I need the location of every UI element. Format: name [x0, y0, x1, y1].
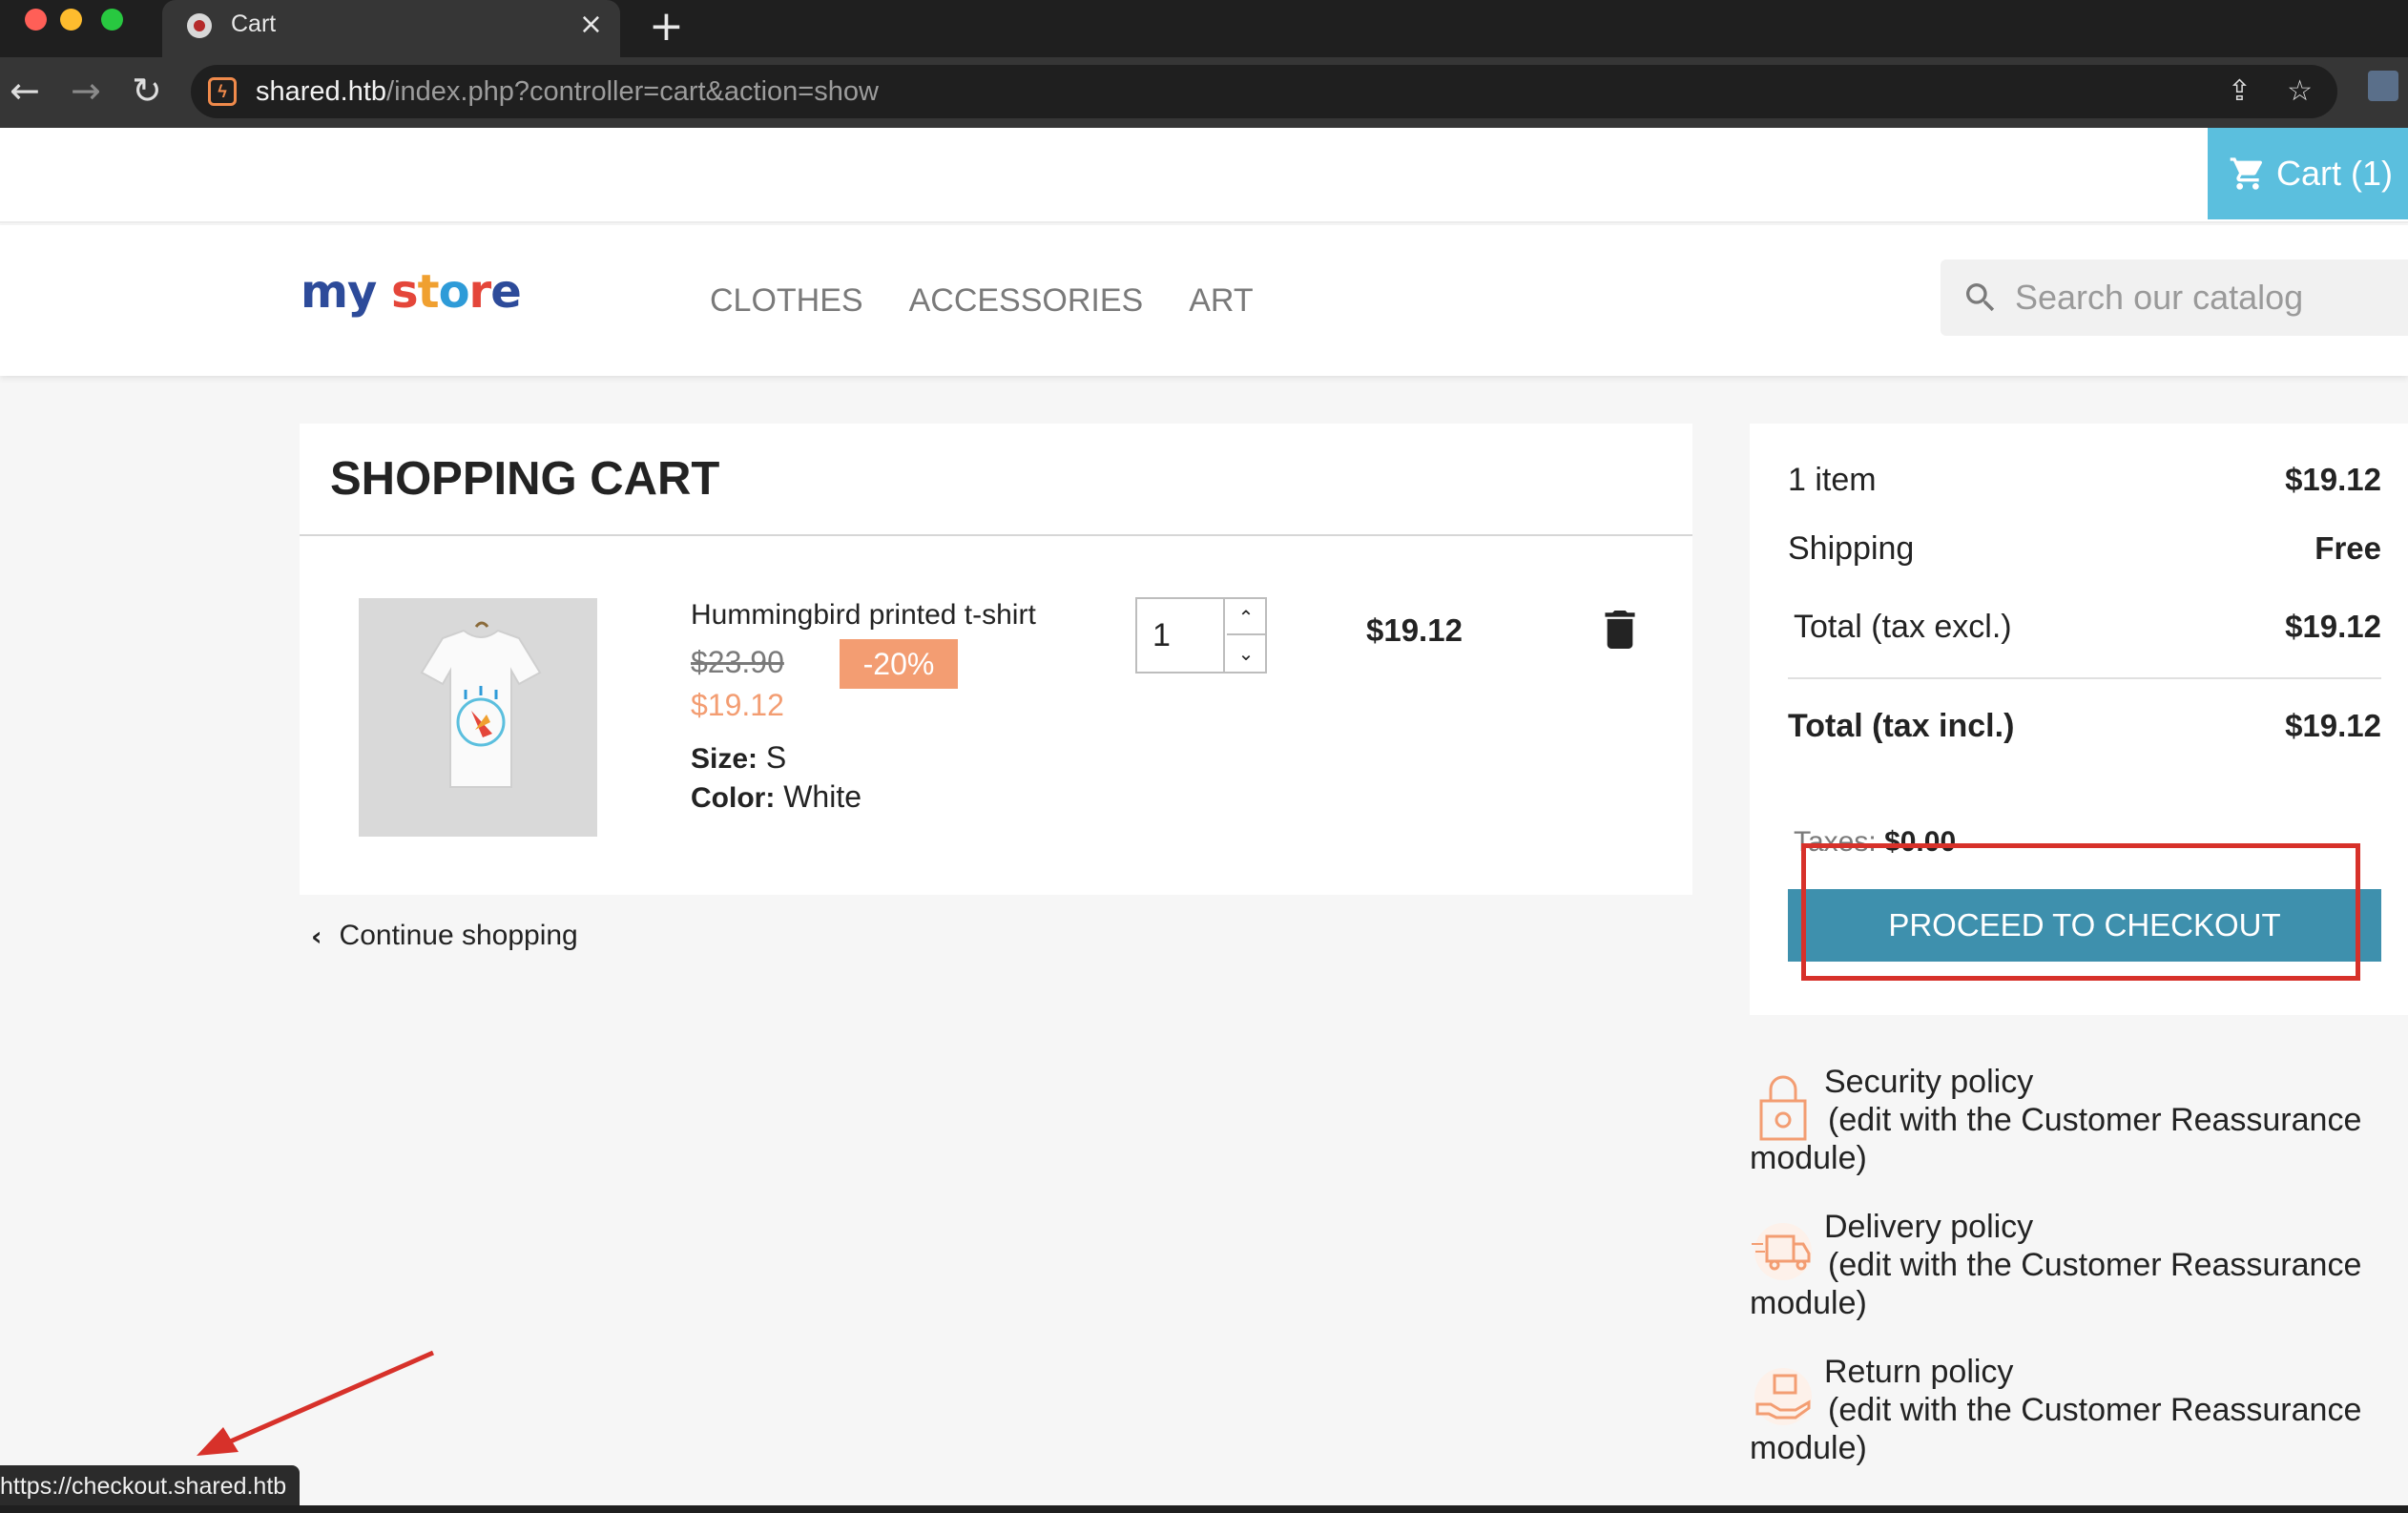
color-label: Color: — [691, 782, 776, 814]
window-bottom-edge — [0, 1505, 2408, 1513]
discount-badge: -20% — [840, 639, 958, 689]
reassurance-desc-tail: module) — [1750, 1140, 1867, 1176]
truck-icon — [1752, 1223, 1812, 1280]
store-logo[interactable]: my store — [301, 265, 522, 319]
store-header: my store CLOTHES ACCESSORIES ART — [0, 225, 2408, 376]
chevron-down-icon[interactable]: ⌄ — [1227, 635, 1265, 672]
search-input[interactable] — [2015, 275, 2397, 321]
favicon-icon — [187, 13, 212, 38]
maximize-window-button[interactable] — [101, 9, 123, 31]
items-label: 1 item — [1788, 462, 1877, 498]
size-label: Size: — [691, 743, 758, 775]
continue-shopping-label: Continue shopping — [339, 920, 578, 951]
summary-total-excl-row: Total (tax excl.) $19.12 — [1794, 609, 2381, 646]
back-arrow-icon[interactable]: ← — [10, 70, 40, 112]
divider — [300, 534, 1692, 536]
total-incl-label: Total (tax incl.) — [1788, 708, 2015, 744]
menu-item-accessories[interactable]: ACCESSORIES — [909, 282, 1144, 320]
url-host: shared.htb — [256, 76, 387, 107]
page-title: SHOPPING CART — [330, 453, 720, 505]
chevron-up-icon[interactable]: ⌃ — [1227, 599, 1265, 635]
size-value: S — [765, 740, 787, 775]
summary-items-row: 1 item $19.12 — [1788, 462, 2381, 499]
line-total: $19.12 — [1366, 612, 1463, 648]
shipping-value: Free — [2315, 530, 2381, 566]
browser-tab-bar: Cart × + — [0, 0, 2408, 57]
regular-price: $23.90 — [691, 645, 784, 679]
reassurance-title: Delivery policy — [1824, 1209, 2034, 1245]
continue-shopping-link[interactable]: ‹ Continue shopping — [311, 920, 578, 952]
cart-label: Cart (1) — [2276, 154, 2394, 193]
reassurance-title: Security policy — [1824, 1064, 2034, 1100]
tshirt-image — [359, 598, 597, 837]
site-info-icon[interactable]: ϟ — [208, 77, 237, 106]
logo-my: my — [301, 265, 377, 319]
reassurance-title: Return policy — [1824, 1354, 2014, 1390]
cart-panel: SHOPPING CART Hummingbird printed t-shir… — [300, 424, 1692, 895]
logo-letter: s — [391, 265, 419, 319]
reassurance-desc: (edit with the Customer Reassurance — [1828, 1102, 2362, 1138]
reassurance-desc-tail: module) — [1750, 1285, 1867, 1321]
reassurance-desc: (edit with the Customer Reassurance — [1828, 1392, 2362, 1428]
product-color: Color: White — [691, 779, 861, 815]
cart-button[interactable]: Cart (1) — [2208, 128, 2408, 219]
color-value: White — [783, 779, 862, 814]
main-menu: CLOTHES ACCESSORIES ART — [710, 282, 1254, 320]
logo-letter: t — [417, 265, 440, 319]
trash-icon[interactable] — [1605, 611, 1635, 649]
menu-item-clothes[interactable]: CLOTHES — [710, 282, 863, 320]
store-header-top: Cart (1) — [0, 128, 2408, 223]
close-window-button[interactable] — [25, 9, 47, 31]
forward-arrow-icon[interactable]: → — [71, 70, 101, 112]
reassurance-desc-tail: module) — [1750, 1430, 1867, 1466]
address-bar[interactable]: ϟ shared.htb/index.php?controller=cart&a… — [191, 65, 2337, 118]
product-image[interactable] — [359, 598, 597, 837]
total-excl-label: Total (tax excl.) — [1794, 609, 2012, 645]
shopping-cart-icon — [2230, 157, 2263, 190]
total-excl-value: $19.12 — [2285, 609, 2381, 644]
reassurance-desc: (edit with the Customer Reassurance — [1828, 1247, 2362, 1283]
lock-icon — [1759, 1075, 1807, 1141]
tab-close-icon[interactable]: × — [579, 8, 603, 41]
summary-shipping-row: Shipping Free — [1788, 530, 2381, 568]
logo-letter: e — [490, 265, 522, 319]
extension-icon[interactable] — [2368, 71, 2398, 101]
new-tab-button[interactable]: + — [649, 2, 684, 51]
search-icon[interactable] — [1962, 279, 2000, 317]
annotation-highlight-box — [1801, 843, 2360, 981]
quantity-input[interactable] — [1137, 599, 1225, 672]
product-size: Size: S — [691, 740, 786, 776]
menu-item-art[interactable]: ART — [1189, 282, 1253, 320]
logo-letter: o — [438, 265, 470, 319]
logo-letter: r — [468, 265, 492, 319]
return-hand-icon — [1754, 1368, 1812, 1425]
summary-total-incl-row: Total (tax incl.) $19.12 — [1788, 708, 2381, 745]
search-widget — [1941, 259, 2408, 336]
chevron-left-icon: ‹ — [311, 920, 322, 952]
reload-icon[interactable]: ↻ — [132, 70, 162, 112]
product-price: $19.12 — [691, 688, 784, 722]
minimize-window-button[interactable] — [60, 9, 82, 31]
bookmark-star-icon[interactable]: ☆ — [2287, 74, 2313, 108]
browser-tab[interactable]: Cart × — [162, 0, 620, 57]
product-name[interactable]: Hummingbird printed t-shirt — [691, 599, 1036, 632]
browser-toolbar: ← → ↻ ϟ shared.htb/index.php?controller=… — [0, 57, 2408, 128]
annotation-arrow — [197, 1350, 435, 1456]
url-text[interactable]: shared.htb/index.php?controller=cart&act… — [256, 76, 879, 108]
url-path: /index.php?controller=cart&action=show — [386, 76, 879, 107]
tab-title: Cart — [231, 10, 277, 37]
share-icon[interactable]: ⇪ — [2228, 74, 2252, 108]
shipping-label: Shipping — [1788, 530, 1915, 567]
quantity-stepper: ⌃ ⌄ — [1135, 597, 1267, 674]
link-status-bar: https://checkout.shared.htb — [0, 1465, 301, 1507]
items-value: $19.12 — [2285, 462, 2381, 497]
total-incl-value: $19.12 — [2285, 708, 2381, 743]
divider — [1788, 677, 2381, 679]
